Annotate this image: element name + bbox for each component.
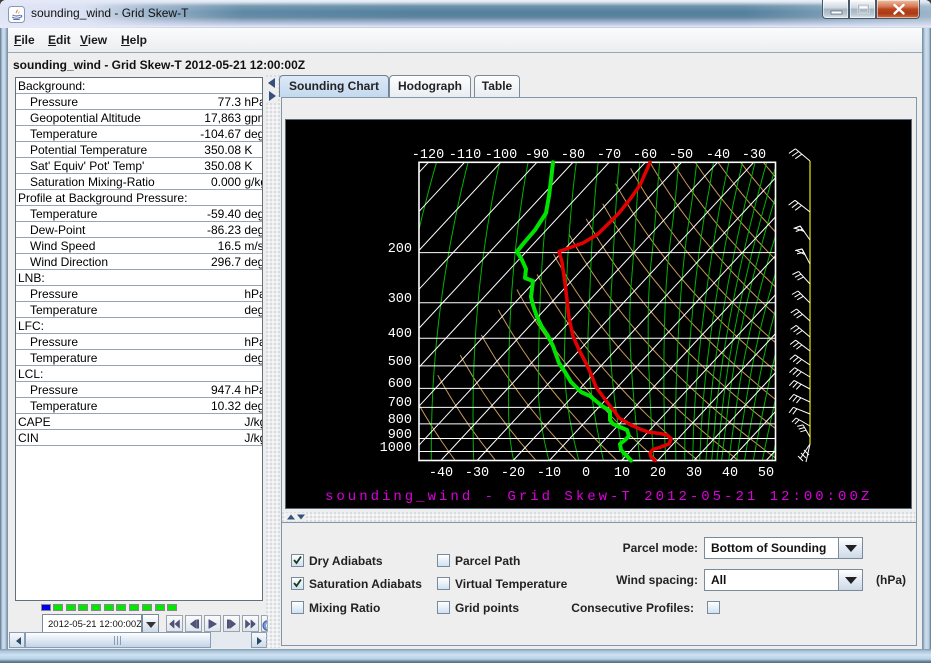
svg-text:-50: -50 [669,148,693,163]
svg-text:-20: -20 [501,466,525,481]
svg-text:-10: -10 [537,466,561,481]
svg-text:-80: -80 [561,148,585,163]
svg-text:500: 500 [388,355,412,370]
svg-text:-110: -110 [449,148,481,163]
svg-text:700: 700 [388,396,412,411]
svg-text:-30: -30 [742,148,766,163]
svg-text:20: 20 [650,466,666,481]
svg-text:sounding_wind - Grid Skew-T 20: sounding_wind - Grid Skew-T 2012-05-21 1… [325,489,872,505]
svg-text:-100: -100 [485,148,517,163]
svg-text:50: 50 [758,466,774,481]
svg-text:10: 10 [614,466,630,481]
svg-text:0: 0 [582,466,590,481]
svg-text:1000: 1000 [380,441,412,456]
svg-text:400: 400 [388,327,412,342]
svg-text:40: 40 [722,466,738,481]
svg-text:-30: -30 [465,466,489,481]
svg-text:-120: -120 [412,148,444,163]
svg-text:30: 30 [686,466,702,481]
svg-text:-70: -70 [597,148,621,163]
svg-text:-40: -40 [429,466,453,481]
svg-text:800: 800 [388,413,412,428]
svg-text:300: 300 [388,292,412,307]
svg-text:-40: -40 [706,148,730,163]
svg-text:-60: -60 [633,148,657,163]
svg-text:-90: -90 [525,148,549,163]
svg-text:200: 200 [388,242,412,257]
svg-text:600: 600 [388,377,412,392]
